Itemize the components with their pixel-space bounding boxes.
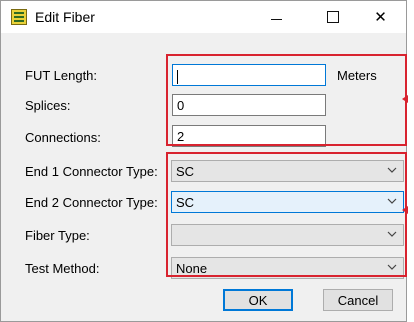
chevron-down-icon bbox=[387, 198, 397, 204]
fiber-app-icon bbox=[11, 9, 27, 25]
highlight-arrow-icon bbox=[402, 95, 408, 103]
highlight-arrow-icon bbox=[402, 206, 408, 214]
close-icon: ✕ bbox=[374, 9, 387, 26]
minimize-button[interactable] bbox=[254, 1, 299, 33]
text-caret bbox=[177, 69, 178, 84]
close-button[interactable]: ✕ bbox=[358, 1, 403, 33]
end1-connector-select[interactable]: SC bbox=[171, 160, 404, 182]
test-method-select[interactable]: None bbox=[171, 257, 404, 279]
chevron-down-icon bbox=[387, 231, 397, 237]
chevron-down-icon bbox=[387, 167, 397, 173]
minimize-icon bbox=[271, 18, 282, 20]
fiber-type-select[interactable] bbox=[171, 224, 404, 246]
maximize-icon bbox=[326, 11, 339, 23]
window-title: Edit Fiber bbox=[35, 9, 95, 25]
fiber-type-label: Fiber Type: bbox=[25, 228, 90, 243]
connections-label: Connections: bbox=[25, 130, 101, 145]
connections-input[interactable]: 2 bbox=[172, 125, 326, 147]
fut-length-input[interactable] bbox=[172, 64, 326, 86]
end2-connector-select[interactable]: SC bbox=[171, 191, 404, 213]
chevron-down-icon bbox=[387, 264, 397, 270]
ok-button[interactable]: OK bbox=[223, 289, 293, 311]
maximize-button[interactable] bbox=[310, 1, 355, 33]
edit-fiber-dialog: Edit Fiber ✕ FUT Length: Meters Splices:… bbox=[0, 0, 408, 322]
cancel-button[interactable]: Cancel bbox=[323, 289, 393, 311]
fut-length-unit: Meters bbox=[337, 68, 377, 83]
end2-connector-label: End 2 Connector Type: bbox=[25, 195, 158, 210]
title-bar[interactable]: Edit Fiber ✕ bbox=[1, 1, 406, 33]
fut-length-label: FUT Length: bbox=[25, 68, 98, 83]
splices-label: Splices: bbox=[25, 98, 71, 113]
splices-input[interactable]: 0 bbox=[172, 94, 326, 116]
test-method-label: Test Method: bbox=[25, 261, 100, 276]
end1-connector-label: End 1 Connector Type: bbox=[25, 164, 158, 179]
